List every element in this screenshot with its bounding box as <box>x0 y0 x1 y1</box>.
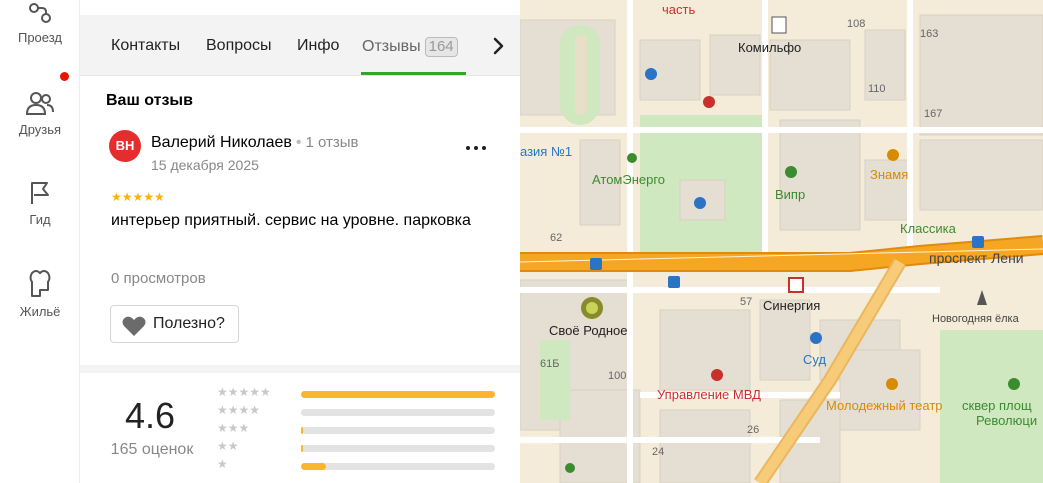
distribution-bar-track <box>301 427 495 434</box>
map-label-163: 163 <box>920 28 939 40</box>
distribution-row: ★★★ <box>217 421 497 436</box>
more-options-icon[interactable] <box>464 138 488 158</box>
friends-icon <box>25 92 54 115</box>
tab-reviews-label: Отзывы <box>362 38 421 55</box>
map-label-sinergiya[interactable]: Синергия <box>763 298 820 313</box>
map-label-61b: 61Б <box>540 358 560 370</box>
divider <box>80 365 520 373</box>
rail-item-route[interactable]: Проезд <box>0 2 80 45</box>
housing-icon <box>29 270 51 297</box>
map-label-sud[interactable]: Суд <box>803 352 826 367</box>
avatar[interactable]: ВН <box>109 130 141 162</box>
review-author-line: Валерий Николаев • 1 отзыв <box>151 134 359 152</box>
rail-label-housing: Жильё <box>19 304 61 319</box>
map-label-chast: часть <box>662 2 696 17</box>
map-label-svoe-rodnoe[interactable]: Своё Родное <box>549 323 628 338</box>
map-label-znamya[interactable]: Знамя <box>870 167 908 182</box>
tabs-bar: Контакты Вопросы Инфо Отзывы 164 <box>80 15 520 76</box>
tab-active-indicator <box>361 72 466 75</box>
notification-dot <box>60 72 69 81</box>
flag-icon <box>31 182 49 204</box>
chevron-right-icon[interactable] <box>487 35 509 57</box>
distribution-bar-track <box>301 391 495 398</box>
distribution-bar-fill <box>301 427 303 434</box>
tab-reviews-count: 164 <box>424 37 458 57</box>
review-stars: ★★★★★ <box>111 190 165 204</box>
map-label-atomenergo[interactable]: АтомЭнерго <box>592 172 665 187</box>
map-label-vipr[interactable]: Випр <box>775 187 805 202</box>
map-label-108: 108 <box>847 18 866 30</box>
rail-item-guide[interactable]: Гид <box>0 180 80 227</box>
map-label-teatr[interactable]: Молодежный театр <box>826 398 943 413</box>
distribution-stars: ★ <box>217 457 228 471</box>
review-text: интерьер приятный. сервис на уровне. пар… <box>111 212 471 229</box>
map-label-57: 57 <box>740 296 753 308</box>
map-label-167: 167 <box>924 108 943 120</box>
distribution-stars: ★★ <box>217 439 239 453</box>
map-label-skver-1: сквер площ <box>962 398 1032 413</box>
map-label-62: 62 <box>550 232 563 244</box>
map-label-novogodnyaya: Новогодняя ёлка <box>932 313 1019 325</box>
useful-button-label: Полезно? <box>153 315 225 332</box>
review-author[interactable]: Валерий Николаев <box>151 134 292 151</box>
map-label-skver-2: Революци <box>976 413 1038 428</box>
section-title-your-review: Ваш отзыв <box>106 92 193 109</box>
review-date: 15 декабря 2025 <box>151 157 259 173</box>
rail-item-housing[interactable]: Жильё <box>0 268 80 319</box>
reviews-panel: Контакты Вопросы Инфо Отзывы 164 Ваш отзы… <box>80 0 520 483</box>
distribution-bar-fill <box>301 391 495 398</box>
distribution-row: ★★★★ <box>217 403 497 418</box>
distribution-stars: ★★★★ <box>217 403 261 417</box>
distribution-stars: ★★★★★ <box>217 385 271 399</box>
map-label-110: 110 <box>868 83 886 95</box>
left-rail: Проезд Друзья Гид Жильё <box>0 0 80 483</box>
rail-label-guide: Гид <box>29 212 51 227</box>
map-label-24: 24 <box>652 446 665 458</box>
tab-questions[interactable]: Вопросы <box>206 37 272 55</box>
distribution-bar-track <box>301 463 495 470</box>
review-views: 0 просмотров <box>111 270 206 287</box>
distribution-bar-fill <box>301 463 327 470</box>
rail-item-friends[interactable]: Друзья <box>0 90 80 137</box>
distribution-bar-fill <box>301 445 303 452</box>
tab-info[interactable]: Инфо <box>297 37 339 55</box>
distribution-row: ★★ <box>217 439 497 454</box>
rail-label-route: Проезд <box>17 30 62 45</box>
map-label-komilfo[interactable]: Комильфо <box>738 40 801 55</box>
heart-icon <box>122 316 146 336</box>
dot-separator: • <box>295 134 302 151</box>
distribution-stars: ★★★ <box>217 421 250 435</box>
map-label-klassika[interactable]: Классика <box>900 221 956 236</box>
route-icon <box>29 3 51 23</box>
tab-contacts[interactable]: Контакты <box>111 37 180 55</box>
map-label-100: 100 <box>608 370 627 382</box>
map-label-mvd[interactable]: Управление МВД <box>657 387 761 402</box>
distribution-bar-track <box>301 409 495 416</box>
review-author-count: 1 отзыв <box>305 134 359 151</box>
map-label-26: 26 <box>747 424 760 436</box>
rating-count: 165 оценок <box>110 441 194 458</box>
distribution-row: ★ <box>217 457 497 472</box>
tab-reviews[interactable]: Отзывы 164 <box>362 37 458 57</box>
map-label-prospekt: проспект Лени <box>929 250 1024 266</box>
map-label-gimnaziya[interactable]: азия №1 <box>520 144 572 159</box>
rail-label-friends: Друзья <box>18 122 62 137</box>
useful-button[interactable]: Полезно? <box>110 305 239 343</box>
rating-value: 4.6 <box>124 395 176 436</box>
distribution-row: ★★★★★ <box>217 385 497 400</box>
map[interactable]: часть Комильфо 108 163 110 167 азия №1 А… <box>520 0 1043 483</box>
distribution-bar-track <box>301 445 495 452</box>
